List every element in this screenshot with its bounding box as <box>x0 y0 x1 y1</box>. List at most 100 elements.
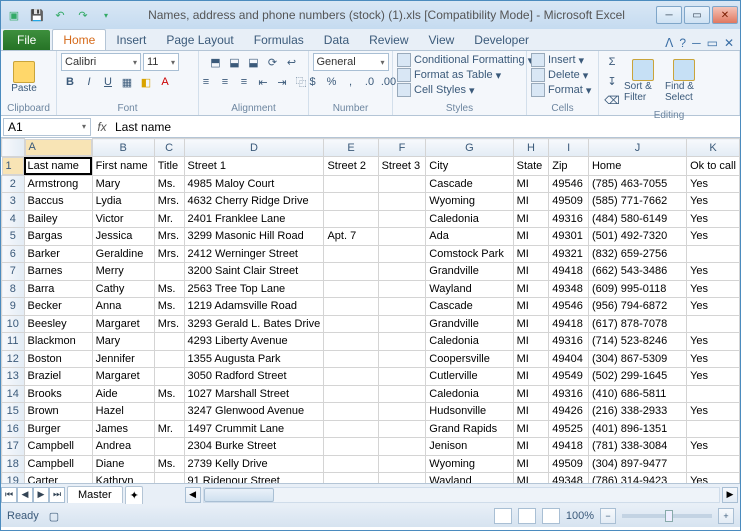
cell[interactable]: Yes <box>687 368 740 386</box>
name-box[interactable]: A1▾ <box>3 118 91 136</box>
tab-file[interactable]: File <box>3 30 50 50</box>
cell[interactable]: MI <box>513 315 549 333</box>
cell[interactable]: Yes <box>687 438 740 456</box>
mdi-close-icon[interactable]: ✕ <box>724 36 734 50</box>
cell[interactable]: Yes <box>687 333 740 351</box>
cell[interactable]: Mr. <box>154 210 184 228</box>
increase-indent-button[interactable]: ⇥ <box>273 73 291 91</box>
cell[interactable]: 49418 <box>549 263 589 281</box>
cell[interactable]: James <box>92 420 154 438</box>
cell[interactable] <box>154 438 184 456</box>
qat-customize-icon[interactable]: ▾ <box>95 5 117 25</box>
cell[interactable]: MI <box>513 455 549 473</box>
worksheet[interactable]: ABCDEFGHIJK1Last nameFirst nameTitleStre… <box>1 138 740 483</box>
cell[interactable]: MI <box>513 175 549 193</box>
clear-button[interactable]: ⌫ <box>603 91 621 109</box>
cell[interactable]: Baccus <box>24 193 92 211</box>
cell[interactable]: (956) 794-6872 <box>588 298 686 316</box>
cell[interactable]: 49546 <box>549 175 589 193</box>
cell[interactable]: Yes <box>687 280 740 298</box>
cell[interactable]: Yes <box>687 228 740 246</box>
tab-home[interactable]: Home <box>52 29 106 50</box>
tab-review[interactable]: Review <box>359 30 418 50</box>
close-button[interactable]: ✕ <box>712 6 738 24</box>
cell[interactable]: (410) 686-5811 <box>588 385 686 403</box>
cell[interactable] <box>324 420 378 438</box>
number-format-select[interactable]: General▾ <box>313 53 389 71</box>
cell[interactable]: Home <box>588 157 686 176</box>
cell[interactable]: Braziel <box>24 368 92 386</box>
tab-scroll-prev[interactable]: ◀ <box>17 487 33 503</box>
row-header[interactable]: 2 <box>2 175 25 193</box>
fx-icon[interactable]: fx <box>93 120 111 134</box>
cell[interactable]: MI <box>513 368 549 386</box>
zoom-level[interactable]: 100% <box>566 510 594 522</box>
underline-button[interactable]: U <box>99 73 117 91</box>
cell[interactable]: Caledonia <box>426 333 513 351</box>
cell[interactable]: Wayland <box>426 473 513 484</box>
cell[interactable]: Grand Rapids <box>426 420 513 438</box>
hscroll-left[interactable]: ◀ <box>185 487 201 503</box>
cell[interactable] <box>324 333 378 351</box>
cell[interactable]: Barnes <box>24 263 92 281</box>
fill-color-button[interactable]: ◧ <box>137 73 155 91</box>
zoom-slider[interactable] <box>622 514 712 518</box>
restore-button[interactable]: ▭ <box>684 6 710 24</box>
cell[interactable]: Cathy <box>92 280 154 298</box>
cell[interactable] <box>378 368 426 386</box>
format-cells-button[interactable]: Format ▾ <box>531 83 591 97</box>
row-header[interactable]: 19 <box>2 473 25 484</box>
cell[interactable]: Mrs. <box>154 245 184 263</box>
column-header[interactable]: A <box>25 139 92 157</box>
cell[interactable] <box>154 350 184 368</box>
cell[interactable]: (502) 299-1645 <box>588 368 686 386</box>
cell[interactable]: MI <box>513 245 549 263</box>
cell[interactable]: 1497 Crummit Lane <box>184 420 324 438</box>
cell[interactable]: Yes <box>687 263 740 281</box>
cell[interactable] <box>324 175 378 193</box>
cell[interactable]: MI <box>513 210 549 228</box>
cell[interactable]: 2401 Franklee Lane <box>184 210 324 228</box>
row-header[interactable]: 6 <box>2 245 25 263</box>
cell[interactable]: Margaret <box>92 368 154 386</box>
cell[interactable] <box>378 210 426 228</box>
cell[interactable]: Margaret <box>92 315 154 333</box>
cell[interactable]: Brooks <box>24 385 92 403</box>
cell[interactable]: 49301 <box>549 228 589 246</box>
row-header[interactable]: 15 <box>2 403 25 421</box>
macro-record-icon[interactable]: ▢ <box>49 510 59 523</box>
cell[interactable]: Ms. <box>154 455 184 473</box>
cell[interactable] <box>378 280 426 298</box>
cell[interactable] <box>324 315 378 333</box>
cell[interactable]: 3293 Gerald L. Bates Drive <box>184 315 324 333</box>
cell[interactable]: 49546 <box>549 298 589 316</box>
cell[interactable]: (617) 878-7078 <box>588 315 686 333</box>
cell[interactable]: MI <box>513 403 549 421</box>
cell[interactable]: (714) 523-8246 <box>588 333 686 351</box>
cell[interactable]: 49525 <box>549 420 589 438</box>
tab-page-layout[interactable]: Page Layout <box>156 30 243 50</box>
cell[interactable]: 49404 <box>549 350 589 368</box>
row-header[interactable]: 8 <box>2 280 25 298</box>
cell[interactable]: Cascade <box>426 298 513 316</box>
cell[interactable]: MI <box>513 263 549 281</box>
cell[interactable] <box>324 193 378 211</box>
cell[interactable]: Diane <box>92 455 154 473</box>
column-header[interactable]: J <box>588 139 686 157</box>
font-color-button[interactable]: A <box>156 73 174 91</box>
cell[interactable]: Hazel <box>92 403 154 421</box>
cell[interactable]: Cascade <box>426 175 513 193</box>
cell[interactable]: Geraldine <box>92 245 154 263</box>
cell[interactable]: Brown <box>24 403 92 421</box>
cell[interactable] <box>324 473 378 484</box>
row-header[interactable]: 17 <box>2 438 25 456</box>
page-layout-view-button[interactable] <box>518 508 536 524</box>
cell[interactable] <box>324 368 378 386</box>
cell[interactable]: Boston <box>24 350 92 368</box>
bold-button[interactable]: B <box>61 73 79 91</box>
column-header[interactable]: E <box>324 139 378 157</box>
cell[interactable] <box>154 263 184 281</box>
mdi-restore-icon[interactable]: ▭ <box>707 36 718 50</box>
cell[interactable]: Armstrong <box>24 175 92 193</box>
cell[interactable] <box>378 333 426 351</box>
